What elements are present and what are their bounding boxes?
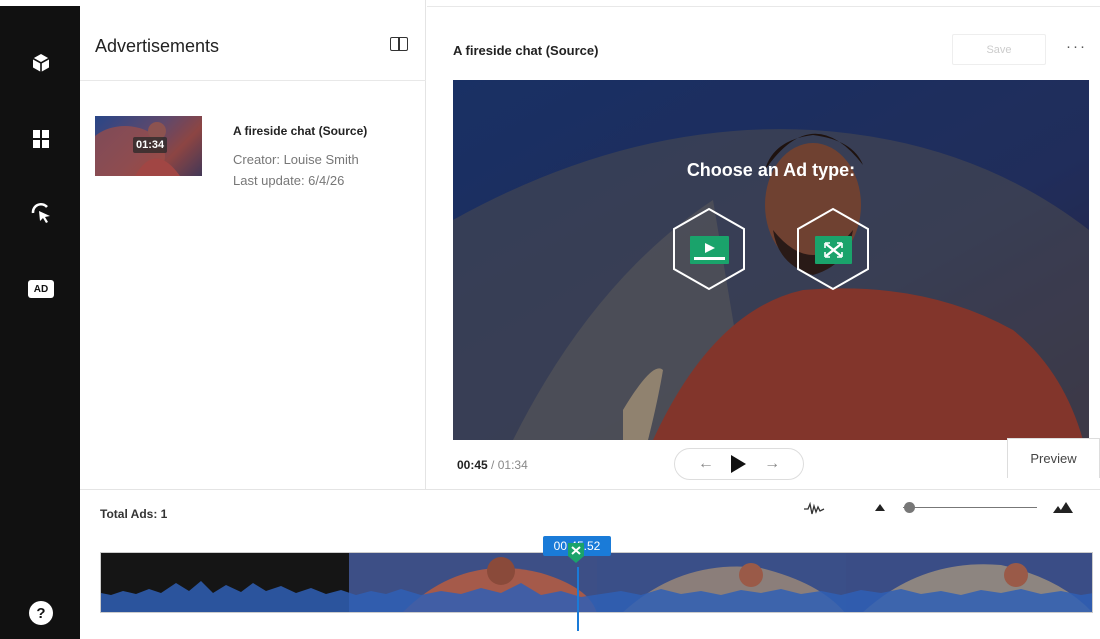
more-options-icon[interactable]: ··· [1066,38,1087,55]
cursor-icon[interactable] [28,200,54,226]
total-time: 01:34 [497,458,528,472]
video-thumbnail[interactable]: 01:34 [95,116,202,176]
ad-badge: AD [28,280,54,298]
zoom-slider[interactable] [875,500,1080,516]
previous-frame-button[interactable]: ← [698,455,714,473]
thumbnail-duration: 01:34 [133,137,168,153]
waveform-toggle-icon[interactable] [803,501,825,517]
timeline-filmstrip [101,553,1092,612]
help-icon: ? [29,601,53,625]
timeline-track[interactable] [100,552,1093,613]
transport-controls: ← → [674,448,804,480]
zoom-handle[interactable] [904,502,916,513]
time-separator: / [491,458,495,472]
preview-button[interactable]: Preview [1007,438,1100,478]
header-divider [427,6,1100,7]
zoom-out-icon[interactable] [875,504,885,511]
video-item-last-update: Last update: 6/4/26 [233,173,345,188]
advertisements-panel: Advertisements 01:34 A fireside chat (So… [80,0,426,489]
ad-type-heading: Choose an Ad type: [686,160,856,180]
app-sidebar: AD ? [0,0,80,639]
video-item-title[interactable]: A fireside chat (Source) [233,124,367,138]
playhead-line[interactable] [577,567,579,631]
time-display: 00:45 / 01:34 [457,458,528,472]
video-player[interactable]: Choose an Ad type: [453,80,1089,440]
ad-icon[interactable]: AD [28,276,54,302]
ad-marker-icon[interactable] [567,542,585,564]
rail-top-strip [0,0,80,6]
total-ads-count: Total Ads: 1 [100,507,168,521]
play-button[interactable] [731,455,747,473]
zoom-track[interactable] [903,507,1037,508]
editor-video-title: A fireside chat (Source) [453,43,599,58]
current-time: 00:45 [457,458,488,472]
next-frame-button[interactable]: → [764,455,780,473]
panel-header: Advertisements [80,6,426,81]
timeline-divider [80,489,1100,490]
video-list-item[interactable]: 01:34 A fireside chat (Source) Creator: … [95,116,415,188]
rail-active-indicator [0,268,3,308]
panel-title: Advertisements [95,36,220,56]
video-item-creator: Creator: Louise Smith [233,152,359,167]
video-frame [453,80,1089,440]
film-icon[interactable] [28,126,54,152]
help-button[interactable]: ? [28,600,54,626]
panel-toggle-icon[interactable] [390,37,408,51]
cube-icon[interactable] [28,50,54,76]
zoom-in-icon[interactable] [1053,502,1073,514]
save-button[interactable]: Save [952,34,1046,65]
